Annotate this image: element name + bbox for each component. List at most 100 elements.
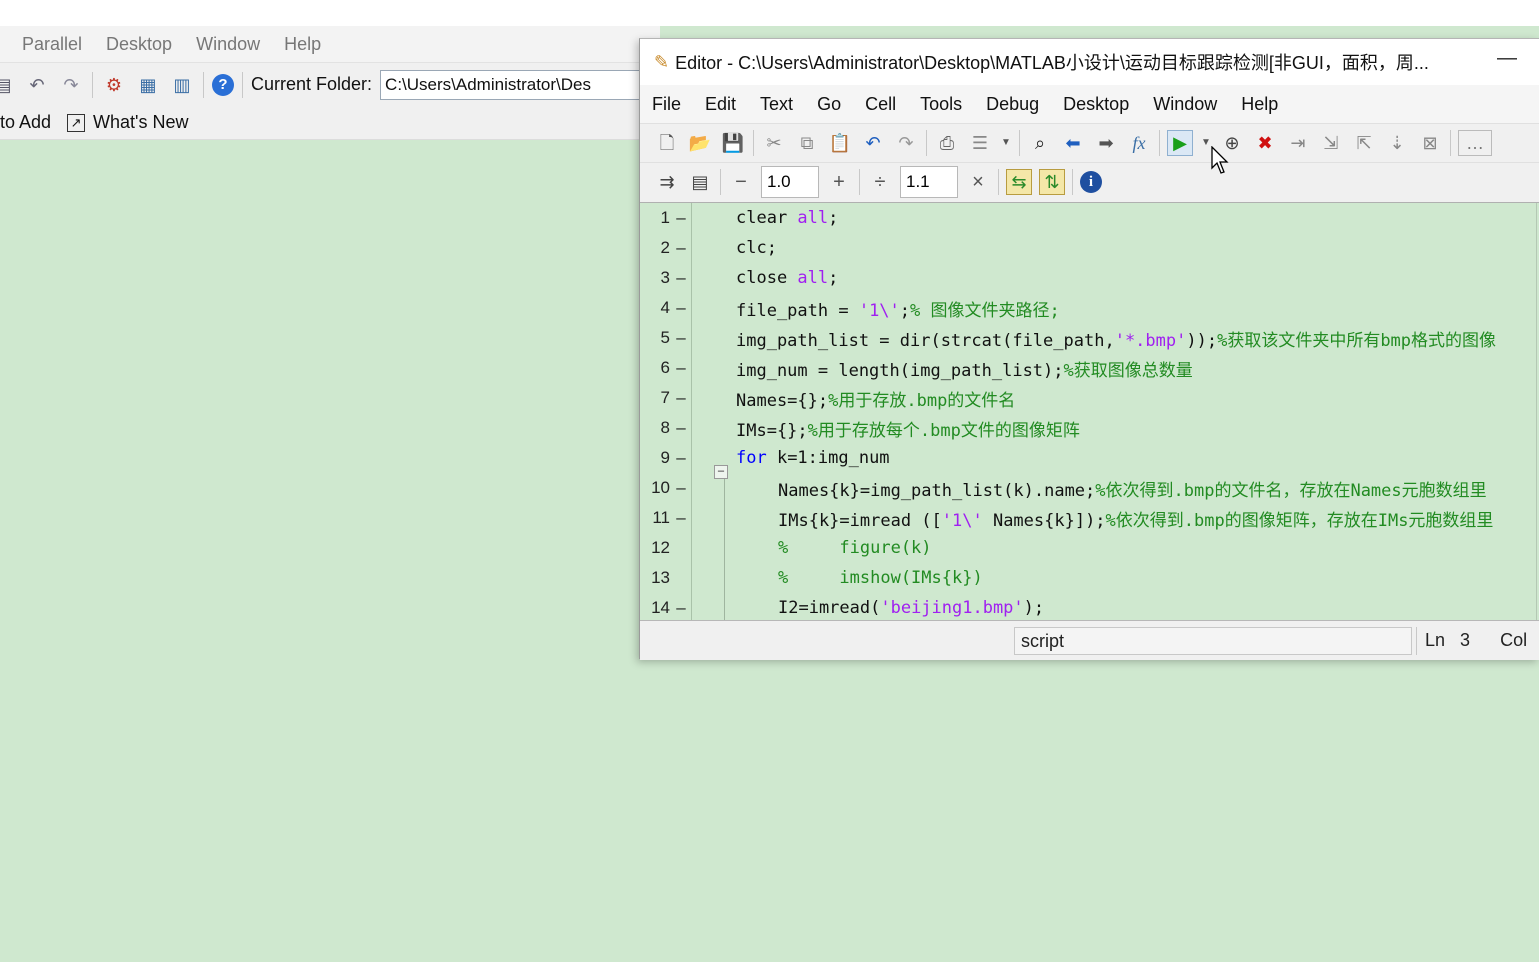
save-icon[interactable]: 💾 [720,130,746,156]
evaluate-cell-icon[interactable]: ▤ [687,169,713,195]
code-line[interactable]: 8– IMs={};%用于存放每个.bmp文件的图像矩阵 [640,413,1539,443]
breakpoint-marker[interactable]: – [670,268,692,288]
editor-menu-debug[interactable]: Debug [986,94,1039,115]
clipboard-icon[interactable]: ▤ [0,72,16,98]
editor-menu-go[interactable]: Go [817,94,841,115]
step-icon[interactable]: ⇥ [1285,130,1311,156]
copy-icon[interactable]: ⧉ [794,130,820,156]
breakpoint-marker[interactable]: – [670,448,692,468]
breakpoint-marker[interactable]: – [670,328,692,348]
open-folder-icon[interactable]: 📂 [687,130,713,156]
info-icon[interactable]: i [1080,171,1102,193]
code-line[interactable]: 2– clc; [640,233,1539,263]
code-line[interactable]: 4– file_path = '1\';% 图像文件夹路径; [640,293,1539,323]
code-line[interactable]: 11– IMs{k}=imread (['1\' Names{k}]);%依次得到… [640,503,1539,533]
breakpoint-marker[interactable]: – [670,478,692,498]
editor-menu-file[interactable]: File [652,94,681,115]
back-arrow-icon[interactable]: ⬅ [1060,130,1086,156]
code-line[interactable]: 3– close all; [640,263,1539,293]
code-line[interactable]: 10– Names{k}=img_path_list(k).name;%依次得到.… [640,473,1539,503]
code-line[interactable]: 5– img_path_list = dir(strcat(file_path,'… [640,323,1539,353]
breakpoint-marker[interactable]: – [670,388,692,408]
undo-icon[interactable]: ↶ [860,130,886,156]
cell-multiply-value-input[interactable] [900,166,958,198]
code-text: clear all; [736,208,838,228]
code-token: ; [899,300,911,321]
breakpoint-marker[interactable]: – [670,298,692,318]
minimize-button[interactable]: — [1497,47,1517,70]
shortcut-whats-new[interactable]: ↗ What's New [67,112,189,133]
status-file-type: script [1014,627,1412,655]
desktop-menu-help[interactable]: Help [284,34,321,55]
code-line[interactable]: 9– − for k=1:img_num [640,443,1539,479]
code-token: close [736,268,798,288]
code-text: I2=imread('beijing1.bmp'); [736,598,1044,618]
guide-icon[interactable]: ▦ [135,72,161,98]
desktop-top-strip [0,0,1539,26]
desktop-menu-desktop[interactable]: Desktop [106,34,172,55]
paste-icon[interactable]: 📋 [827,130,853,156]
cell-decrement-value-input[interactable] [761,166,819,198]
breakpoint-marker[interactable]: – [670,418,692,438]
editor-menu-desktop[interactable]: Desktop [1063,94,1129,115]
breakpoint-marker[interactable]: – [670,208,692,228]
desktop-menu-window[interactable]: Window [196,34,260,55]
status-col-label: Col [1500,630,1528,650]
shortcut-how-to-add[interactable]: to Add [0,112,51,133]
new-file-icon[interactable]: 🗋 [654,130,680,156]
continue-icon[interactable]: ⇣ [1384,130,1410,156]
editor-menu-window[interactable]: Window [1153,94,1217,115]
publish-icon[interactable]: ☰ [967,130,993,156]
code-token: Names={}; [736,390,829,411]
code-editor[interactable]: 1– clear all; 2– clc; 3– close all; 4– file_pat… [640,202,1539,620]
forward-arrow-icon[interactable]: ➡ [1093,130,1119,156]
code-line[interactable]: 13 % imshow(IMs{k}) [640,563,1539,593]
help-icon[interactable]: ? [212,73,234,96]
current-folder-input[interactable] [380,69,660,100]
multiply-icon[interactable]: × [965,171,991,194]
editor-menu-tools[interactable]: Tools [920,94,962,115]
code-line[interactable]: 12 % figure(k) [640,533,1539,563]
external-link-icon: ↗ [67,113,86,132]
undo-icon[interactable]: ↶ [24,72,50,98]
code-line[interactable]: 14– I2=imread('beijing1.bmp'); [640,593,1539,620]
decrement-icon[interactable]: − [728,171,754,194]
step-out-icon[interactable]: ⇱ [1351,130,1377,156]
cut-icon[interactable]: ✂ [761,130,787,156]
code-line[interactable]: 1– clear all; [640,203,1539,233]
redo-icon[interactable]: ↷ [58,72,84,98]
line-number: 9 [660,448,670,467]
editor-menu-text[interactable]: Text [760,94,793,115]
breakpoint-marker[interactable]: – [670,598,692,618]
evaluate-advance-icon[interactable]: ⇆ [1006,169,1032,195]
breakpoint-marker[interactable]: – [670,358,692,378]
step-in-icon[interactable]: ⇲ [1318,130,1344,156]
function-icon[interactable]: fx [1126,130,1152,156]
chevron-down-icon[interactable]: ▼ [1000,130,1012,156]
exit-debug-icon[interactable]: ⊠ [1417,130,1443,156]
editor-titlebar[interactable]: ✎ Editor - C:\Users\Administrator\Deskto… [640,39,1539,85]
redo-icon[interactable]: ↷ [893,130,919,156]
code-line[interactable]: 7– Names={};%用于存放.bmp的文件名 [640,383,1539,413]
editor-menu-edit[interactable]: Edit [705,94,736,115]
insert-cell-icon[interactable]: ⇉ [654,169,680,195]
editor-menu-cell[interactable]: Cell [865,94,896,115]
line-number: 2 [660,238,670,257]
desktop-menu-parallel[interactable]: Parallel [22,34,82,55]
more-tools-icon[interactable]: … [1458,130,1492,156]
breakpoint-marker[interactable]: – [670,238,692,258]
breakpoint-marker[interactable]: – [670,508,692,528]
increment-icon[interactable]: + [826,171,852,194]
run-icon[interactable]: ▶ [1167,130,1193,156]
simulink-icon[interactable]: ⚙ [101,72,127,98]
profiler-icon[interactable]: ▥ [169,72,195,98]
toolbar-separator [998,169,999,195]
code-line[interactable]: 6– img_num = length(img_path_list);%获取图像总… [640,353,1539,383]
editor-menu-help[interactable]: Help [1241,94,1278,115]
breakpoint-clear-icon[interactable]: ✖ [1252,130,1278,156]
print-icon[interactable]: ⎙ [934,130,960,156]
editor-statusbar: script Ln 3 Col [640,620,1539,660]
divide-icon[interactable]: ÷ [867,171,893,194]
find-binoculars-icon[interactable]: ⌕ [1027,130,1053,156]
evaluate-cell-icon[interactable]: ⇅ [1039,169,1065,195]
